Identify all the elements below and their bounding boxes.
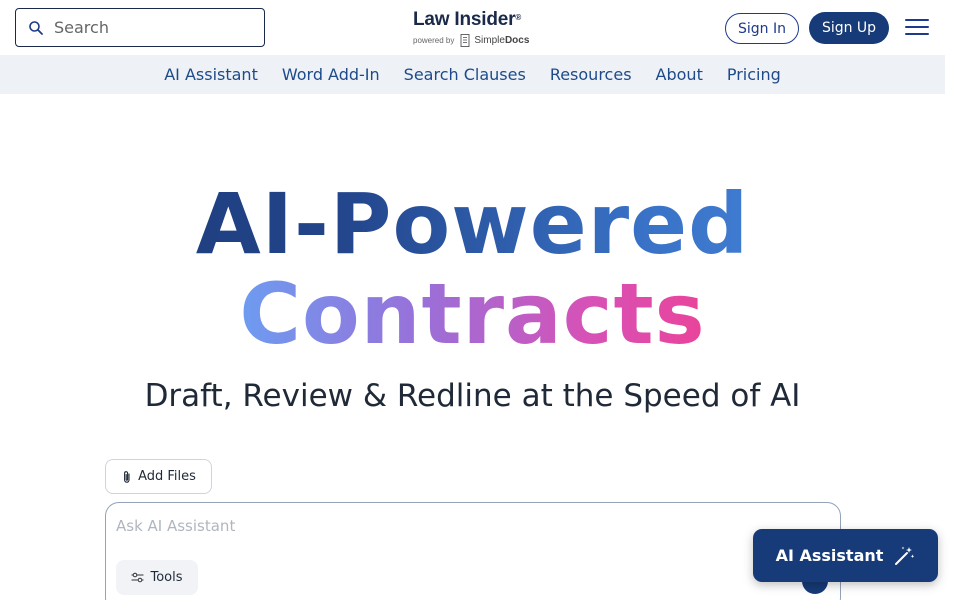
menu-bar: [905, 19, 929, 21]
simpledocs-simple: Simple: [474, 35, 505, 46]
search-input[interactable]: [54, 18, 244, 37]
sliders-icon: [131, 572, 144, 583]
ai-assistant-floating-button[interactable]: AI Assistant: [753, 529, 938, 582]
add-files-label: Add Files: [138, 469, 196, 484]
registered-mark: ®: [515, 13, 522, 22]
ask-ai-composer: Tools: [105, 502, 841, 600]
simpledocs-text: SimpleDocs: [474, 35, 529, 46]
logo-title: Law Insider: [413, 9, 516, 30]
sign-in-button[interactable]: Sign In: [725, 13, 799, 44]
search-icon: [29, 20, 43, 35]
nav-item-about[interactable]: About: [656, 65, 703, 84]
menu-bar: [905, 26, 929, 28]
paperclip-icon: [124, 470, 130, 483]
ask-ai-input[interactable]: [116, 517, 716, 535]
law-insider-logo[interactable]: Law Insider® powered by SimpleDocs: [413, 9, 543, 51]
ai-assistant-label: AI Assistant: [775, 546, 884, 565]
menu-bar: [905, 33, 929, 35]
hero-title-line1: AI-Powered: [0, 178, 945, 270]
nav-item-search-clauses[interactable]: Search Clauses: [404, 65, 526, 84]
tools-label: Tools: [150, 570, 183, 585]
site-header: Law Insider® powered by SimpleDocs Sign …: [0, 0, 945, 55]
nav-item-ai-assistant[interactable]: AI Assistant: [164, 65, 258, 84]
add-files-button[interactable]: Add Files: [105, 459, 212, 494]
nav-item-word-add-in[interactable]: Word Add-In: [282, 65, 380, 84]
simpledocs-logo-icon: [460, 34, 470, 47]
sign-up-button[interactable]: Sign Up: [809, 12, 889, 44]
main-nav: AI Assistant Word Add-In Search Clauses …: [0, 55, 945, 94]
hero-subtitle: Draft, Review & Redline at the Speed of …: [144, 378, 801, 414]
nav-item-pricing[interactable]: Pricing: [727, 65, 781, 84]
powered-by-text: powered by: [413, 36, 455, 45]
simpledocs-docs: Docs: [504, 35, 530, 46]
logo-title-row: Law Insider®: [413, 9, 543, 31]
nav-item-resources[interactable]: Resources: [550, 65, 632, 84]
hero-title-line2: Contracts: [0, 268, 945, 360]
magic-wand-icon: [895, 546, 915, 565]
logo-subline: powered by SimpleDocs: [413, 34, 543, 47]
tools-button[interactable]: Tools: [116, 560, 198, 595]
hamburger-menu-icon[interactable]: [905, 17, 929, 37]
search-box[interactable]: [15, 8, 265, 47]
